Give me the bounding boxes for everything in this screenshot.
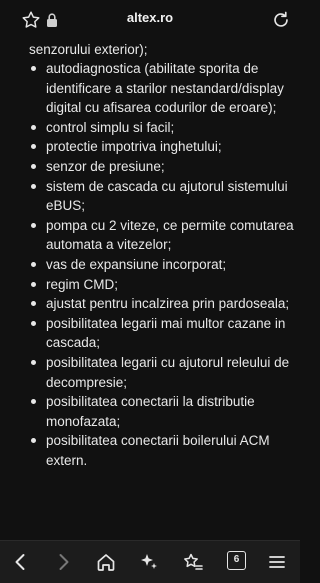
feature-item: posibilitatea conectarii boilerului ACM … (0, 431, 296, 470)
feature-text: posibilitatea legarii mai multor cazane … (46, 315, 286, 351)
bullet-icon (31, 144, 36, 150)
feature-text: posibilitatea legarii cu ajutorul releul… (46, 354, 290, 390)
feature-text: protectie impotriva inghetului; (46, 139, 222, 155)
feature-item: posibilitatea legarii mai multor cazane … (0, 314, 296, 353)
feature-item: posibilitatea legarii cu ajutorul releul… (0, 353, 296, 392)
bottom-toolbar: 6 (0, 540, 300, 583)
hamburger-menu-icon[interactable] (266, 551, 288, 573)
bullet-icon (31, 438, 36, 444)
bullet-icon (31, 320, 36, 326)
bullet-icon (31, 281, 36, 287)
feature-text: vas de expansiune incorporat; (46, 256, 227, 272)
feature-item: control simplu si facil; (0, 118, 296, 138)
feature-item: ajustat pentru incalzirea prin pardoseal… (0, 294, 296, 314)
feature-item: regim CMD; (0, 275, 296, 295)
favorite-star-icon[interactable] (20, 9, 42, 31)
feature-item: sistem de cascada cu ajutorul sistemului… (0, 177, 296, 216)
bullet-icon (31, 66, 36, 71)
feature-text: sistem de cascada cu ajutorul sistemului… (46, 178, 288, 214)
feature-item: pompa cu 2 viteze, ce permite comutarea … (0, 216, 296, 255)
home-icon[interactable] (95, 551, 117, 573)
bullet-icon (31, 399, 36, 405)
bullet-icon (31, 222, 36, 228)
star-list-icon[interactable] (182, 551, 204, 573)
feature-text: posibilitatea conectarii boilerului ACM … (46, 433, 270, 468)
feature-text: senzor de presiune; (46, 158, 165, 174)
lock-icon[interactable] (45, 12, 59, 28)
address-bar: altex.ro (0, 0, 300, 41)
feature-text: regim CMD; (46, 276, 119, 292)
feature-text: pompa cu 2 viteze, ce permite comutarea … (46, 217, 294, 253)
feature-item: autodiagnostica (abilitate sporita de id… (0, 59, 296, 118)
feature-text: control simplu si facil; (46, 119, 175, 135)
bullet-icon (31, 359, 36, 365)
url-domain[interactable]: altex.ro (60, 10, 240, 25)
leading-text: senzorului exterior); (29, 42, 148, 57)
chevron-right-icon[interactable] (52, 551, 74, 573)
tabs-button[interactable]: 6 (227, 551, 246, 570)
feature-item: protectie impotriva inghetului; (0, 137, 296, 157)
sparkle-icon[interactable] (138, 551, 160, 573)
feature-list: autodiagnostica (abilitate sporita de id… (0, 59, 300, 470)
bullet-icon (31, 183, 36, 189)
reload-icon[interactable] (270, 9, 292, 31)
feature-item: vas de expansiune incorporat; (0, 255, 296, 275)
chevron-left-icon[interactable] (10, 551, 32, 573)
bullet-icon (31, 124, 36, 130)
bullet-icon (31, 261, 36, 267)
page-content: senzorului exterior); autodiagnostica (a… (0, 40, 300, 540)
bullet-icon (31, 301, 36, 307)
bullet-icon (31, 163, 36, 169)
feature-text: posibilitatea conectarii la distributie … (46, 394, 255, 429)
feature-item: posibilitatea conectarii la distributie … (0, 392, 296, 431)
feature-text: ajustat pentru incalzirea prin pardoseal… (46, 296, 290, 312)
feature-text: autodiagnostica (abilitate sporita de id… (46, 61, 284, 116)
feature-item: senzor de presiune; (0, 157, 296, 177)
